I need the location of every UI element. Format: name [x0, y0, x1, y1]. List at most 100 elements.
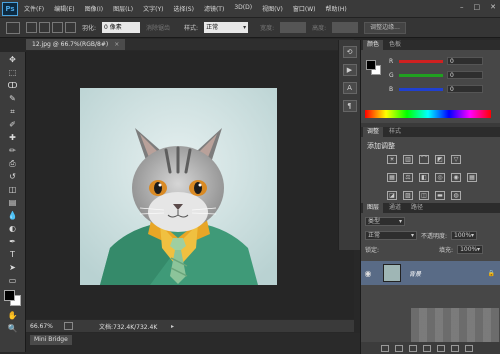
eyedropper-icon[interactable]: ✐	[5, 119, 21, 130]
crop-icon[interactable]: ⌗	[5, 106, 21, 117]
link-layers-icon[interactable]	[381, 344, 389, 352]
status-arrow-icon[interactable]: ▸	[171, 323, 174, 330]
add-selection-icon[interactable]	[39, 22, 50, 33]
hue-saturation-icon[interactable]: ▦	[387, 173, 397, 182]
subtract-selection-icon[interactable]	[52, 22, 63, 33]
history-brush-icon[interactable]: ↺	[5, 171, 21, 182]
quick-select-icon[interactable]: ✎	[5, 93, 21, 104]
red-slider[interactable]	[399, 59, 443, 63]
vibrance-icon[interactable]: ▽	[451, 155, 461, 164]
menu-item[interactable]: 图层(L)	[113, 4, 133, 13]
photo-filter-icon[interactable]: ◎	[435, 173, 445, 182]
tab-channels[interactable]: 通道	[385, 203, 406, 213]
brightness-icon[interactable]: ☀	[387, 155, 397, 164]
tab-paths[interactable]: 路径	[407, 203, 428, 213]
color-spectrum-bar[interactable]	[365, 110, 491, 118]
eraser-icon[interactable]: ◫	[5, 184, 21, 195]
threshold-icon[interactable]: ◫	[419, 191, 429, 200]
black-white-icon[interactable]: ◧	[419, 173, 429, 182]
paragraph-icon[interactable]: ¶	[342, 100, 357, 112]
minimize-button[interactable]: –	[460, 3, 464, 11]
maximize-button[interactable]: □	[474, 3, 481, 11]
red-value-input[interactable]: 0	[447, 57, 483, 65]
healing-icon[interactable]: ✚	[5, 132, 21, 143]
menu-item[interactable]: 编辑(E)	[54, 4, 74, 13]
cat-artwork[interactable]	[80, 88, 277, 285]
menu-item[interactable]: 帮助(H)	[326, 4, 347, 13]
tab-color[interactable]: 颜色	[363, 40, 384, 50]
menu-item[interactable]: 窗口(W)	[293, 4, 316, 13]
blue-slider[interactable]	[399, 87, 443, 91]
width-input[interactable]	[280, 22, 307, 33]
curves-icon[interactable]: ⌒	[419, 155, 429, 164]
pen-icon[interactable]: ✒	[5, 236, 21, 247]
close-window-button[interactable]: ✕	[490, 3, 496, 11]
document-tab[interactable]: 12.jpg @ 66.7%(RGB/8#) ×	[26, 39, 126, 50]
foreground-color-swatch[interactable]	[366, 60, 376, 70]
lasso-icon[interactable]: ↀ	[5, 80, 21, 91]
close-tab-icon[interactable]: ×	[114, 41, 119, 48]
fill-input[interactable]: 100%	[457, 245, 484, 254]
menu-item[interactable]: 选择(S)	[173, 4, 194, 13]
mini-bridge-tab[interactable]: Mini Bridge	[30, 335, 72, 345]
invert-icon[interactable]: ◪	[387, 191, 397, 200]
exposure-icon[interactable]: ◩	[435, 155, 445, 164]
color-lookup-icon[interactable]: ▦	[467, 173, 477, 182]
blur-icon[interactable]: 💧	[5, 210, 21, 221]
marquee-icon[interactable]: ⬚	[5, 67, 21, 78]
selective-color-icon[interactable]: ◍	[451, 191, 461, 200]
refine-edge-button[interactable]: 调整边缘...	[364, 21, 406, 34]
blue-value-input[interactable]: 0	[447, 85, 483, 93]
layer-style-icon[interactable]	[395, 344, 403, 352]
new-layer-icon[interactable]	[451, 344, 459, 352]
tab-swatches[interactable]: 色板	[385, 40, 406, 50]
dodge-icon[interactable]: ◐	[5, 223, 21, 234]
new-selection-icon[interactable]	[26, 22, 37, 33]
height-input[interactable]	[332, 22, 359, 33]
move-icon[interactable]: ✥	[5, 54, 21, 65]
hand-icon[interactable]: ✋	[5, 310, 21, 321]
color-swatches[interactable]	[3, 290, 22, 306]
tab-adjustments[interactable]: 调整	[363, 127, 384, 137]
gradient-map-icon[interactable]: ▬	[435, 191, 445, 200]
color-balance-icon[interactable]: ⚖	[403, 173, 413, 182]
marquee-preset-icon[interactable]	[6, 21, 20, 34]
foreground-swatch[interactable]	[3, 290, 15, 301]
new-adjustment-icon[interactable]	[423, 344, 431, 352]
tab-layers[interactable]: 图层	[363, 203, 384, 213]
levels-icon[interactable]: ▥	[403, 155, 413, 164]
layer-kind-select[interactable]: 类型	[365, 217, 405, 226]
canvas-area[interactable]	[26, 51, 354, 319]
blend-mode-select[interactable]: 正常	[365, 231, 417, 240]
brush-icon[interactable]: ✏	[5, 145, 21, 156]
layer-background[interactable]: ◉ 背景 🔒	[361, 261, 500, 285]
menu-item[interactable]: 图像(I)	[85, 4, 103, 13]
status-menu-icon[interactable]	[64, 322, 73, 330]
posterize-icon[interactable]: ▨	[403, 191, 413, 200]
zoom-level[interactable]: 66.67%	[30, 323, 58, 330]
feather-input[interactable]: 0 像素	[102, 22, 141, 33]
green-slider[interactable]	[399, 73, 443, 77]
visibility-eye-icon[interactable]: ◉	[361, 269, 375, 278]
history-icon[interactable]: ⟲	[342, 46, 357, 58]
new-group-icon[interactable]	[437, 344, 445, 352]
menu-item[interactable]: 视图(V)	[262, 4, 283, 13]
menu-item[interactable]: 文件(F)	[24, 4, 44, 13]
intersect-selection-icon[interactable]	[65, 22, 76, 33]
menu-item[interactable]: 滤镜(T)	[204, 4, 224, 13]
menu-item[interactable]: 3D(D)	[234, 4, 252, 13]
zoom-icon[interactable]: 🔍	[5, 323, 21, 334]
path-select-icon[interactable]: ➤	[5, 262, 21, 273]
menu-item[interactable]: 文字(Y)	[143, 4, 163, 13]
style-select[interactable]: 正常	[204, 22, 249, 33]
antialias-checkbox[interactable]: 消除锯齿	[146, 23, 170, 32]
gradient-icon[interactable]: ▤	[5, 197, 21, 208]
tab-styles[interactable]: 样式	[385, 127, 406, 137]
channel-mixer-icon[interactable]: ◉	[451, 173, 461, 182]
type-icon[interactable]: T	[5, 249, 21, 260]
add-mask-icon[interactable]	[409, 344, 417, 352]
actions-icon[interactable]: ▶	[342, 64, 357, 76]
shape-icon[interactable]: ▭	[5, 275, 21, 286]
layer-name[interactable]: 背景	[409, 269, 421, 278]
opacity-input[interactable]: 100%	[451, 231, 478, 240]
